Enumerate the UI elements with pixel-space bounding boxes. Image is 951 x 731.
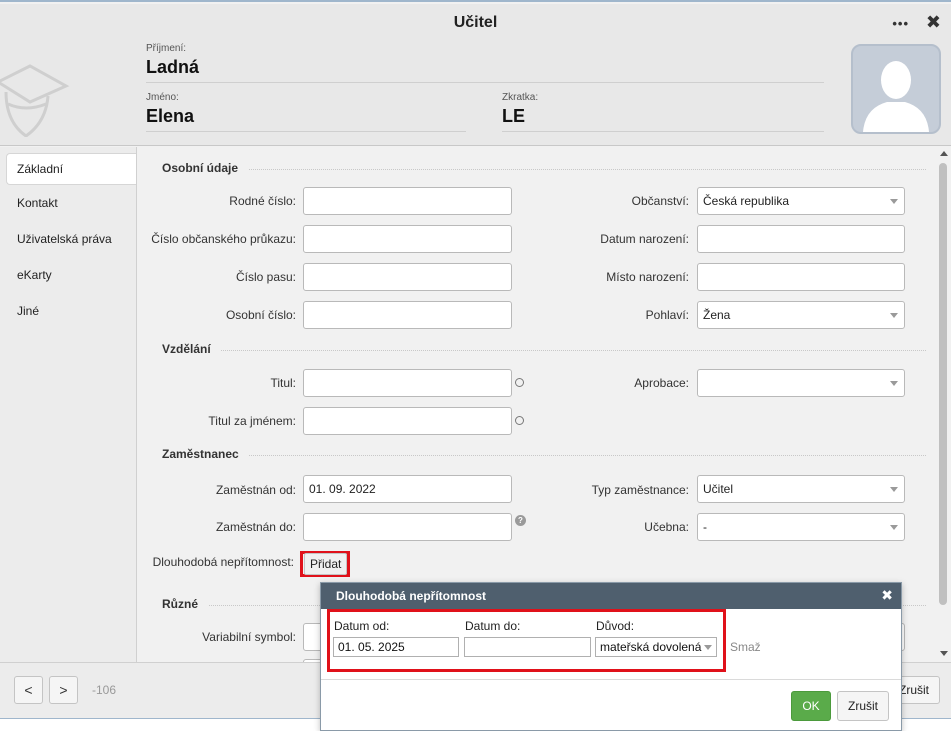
absence-to-label: Datum do: [465, 619, 521, 633]
birth-date-input[interactable] [697, 225, 905, 253]
ok-button[interactable]: OK [791, 691, 831, 721]
record-counter: -106 [92, 683, 117, 697]
gender-select[interactable]: Žena [697, 301, 905, 329]
absence-reason-select[interactable]: mateřská dovolená [595, 637, 717, 657]
room-select[interactable]: - [697, 513, 905, 541]
dialog-divider [321, 679, 901, 680]
passport-input[interactable] [303, 263, 512, 291]
employee-type-value: Učitel [703, 482, 734, 496]
surname-field: Příjmení: Ladná [146, 43, 824, 83]
section-misc-heading: Různé [152, 597, 208, 611]
absence-dialog: Dlouhodobá nepřítomnost ✖ Datum od: 01. … [320, 582, 902, 731]
sidebar: Základní Kontakt Uživatelská práva eKart… [0, 147, 137, 662]
delete-link[interactable]: Smaž [730, 640, 761, 654]
employee-type-label: Typ zaměstnance: [591, 483, 689, 497]
absence-from-label: Datum od: [334, 619, 390, 633]
employee-type-select[interactable]: Učitel [697, 475, 905, 503]
vertical-scrollbar[interactable] [936, 147, 951, 662]
avatar[interactable] [851, 44, 941, 134]
dialog-header: Dlouhodobá nepřítomnost ✖ [321, 583, 901, 609]
employed-from-input[interactable]: 01. 09. 2022 [303, 475, 512, 503]
firstname-value[interactable]: Elena [146, 106, 466, 132]
sidebar-item-zakladni[interactable]: Základní [6, 153, 136, 185]
cancel-button[interactable]: Zrušit [837, 691, 889, 721]
section-employee: Zaměstnanec [152, 447, 926, 463]
personal-number-input[interactable] [303, 301, 512, 329]
absence-reason-label: Důvod: [596, 619, 635, 633]
gender-label: Pohlaví: [645, 308, 689, 322]
prev-button[interactable]: < [14, 676, 43, 704]
next-button[interactable]: > [49, 676, 78, 704]
employed-to-input[interactable] [303, 513, 512, 541]
section-employee-heading: Zaměstnanec [152, 447, 249, 461]
sidebar-item-jine[interactable]: Jiné [0, 293, 136, 329]
birth-number-label: Rodné číslo: [229, 194, 296, 208]
refresh-icon[interactable] [515, 416, 524, 425]
chevron-down-icon [890, 199, 898, 204]
close-icon[interactable]: ✖ [881, 587, 893, 604]
dialog-title: Dlouhodobá nepřítomnost [336, 589, 486, 603]
citizenship-label: Občanství: [631, 194, 689, 208]
employed-from-label: Zaměstnán od: [215, 483, 296, 497]
teacher-header: Příjmení: Ladná Jméno: Elena Zkratka: LE [0, 40, 951, 146]
abbr-label: Zkratka: [502, 92, 539, 103]
surname-value[interactable]: Ladná [146, 57, 824, 83]
chevron-down-icon [704, 645, 712, 650]
citizenship-select[interactable]: Česká republika [697, 187, 905, 215]
absence-to-input[interactable] [464, 637, 591, 657]
add-absence-button[interactable]: Přidat [304, 553, 348, 575]
approbation-label: Aprobace: [634, 376, 689, 390]
title-after-label: Titul za jménem: [208, 414, 296, 428]
id-card-label: Číslo občanského průkazu: [151, 232, 296, 246]
variable-symbol-label: Variabilní symbol: [202, 630, 296, 644]
chevron-down-icon [890, 525, 898, 530]
personal-number-label: Osobní číslo: [225, 308, 296, 322]
firstname-label: Jméno: [146, 92, 179, 103]
teacher-hat-icon [0, 64, 70, 137]
room-value: - [703, 520, 707, 534]
scroll-down-icon[interactable] [940, 651, 948, 656]
section-personal: Osobní údaje [152, 161, 926, 177]
surname-label: Příjmení: [146, 43, 187, 54]
id-card-input[interactable] [303, 225, 512, 253]
help-icon[interactable]: ? [515, 515, 526, 526]
birth-number-input[interactable] [303, 187, 512, 215]
sidebar-item-kontakt[interactable]: Kontakt [0, 185, 136, 221]
scroll-up-icon[interactable] [940, 151, 948, 156]
firstname-field: Jméno: Elena [146, 92, 466, 132]
citizenship-value: Česká republika [703, 194, 790, 208]
person-silhouette-icon [863, 61, 929, 132]
approbation-select[interactable] [697, 369, 905, 397]
chevron-down-icon [890, 313, 898, 318]
absence-from-input[interactable]: 01. 05. 2025 [333, 637, 459, 657]
absence-label: Dlouhodobá nepřítomnost: [152, 555, 294, 569]
absence-reason-value: mateřská dovolená [600, 640, 702, 654]
refresh-icon[interactable] [515, 378, 524, 387]
abbr-field: Zkratka: LE [502, 92, 824, 132]
close-icon[interactable]: ✖ [926, 13, 941, 31]
teacher-window: Učitel ••• ✖ Příjmení: Ladná Jméno: Elen… [0, 0, 951, 731]
employed-to-label: Zaměstnán do: [215, 520, 296, 534]
room-label: Učebna: [644, 520, 689, 534]
title-bar: Učitel ••• ✖ [0, 4, 951, 40]
title-input[interactable] [303, 369, 512, 397]
section-personal-heading: Osobní údaje [152, 161, 249, 175]
sidebar-item-ekarty[interactable]: eKarty [0, 257, 136, 293]
window-title: Učitel [453, 14, 498, 31]
section-education-heading: Vzdělání [152, 342, 221, 356]
scroll-thumb[interactable] [939, 163, 947, 605]
title-after-input[interactable] [303, 407, 512, 435]
section-education: Vzdělání [152, 342, 926, 358]
birth-date-label: Datum narození: [600, 232, 689, 246]
chevron-down-icon [890, 487, 898, 492]
title-label: Titul: [270, 376, 296, 390]
passport-label: Číslo pasu: [235, 270, 296, 284]
birth-place-input[interactable] [697, 263, 905, 291]
birth-place-label: Místo narození: [606, 270, 689, 284]
more-menu-icon[interactable]: ••• [892, 16, 909, 31]
gender-value: Žena [703, 308, 731, 322]
chevron-down-icon [890, 381, 898, 386]
abbr-value[interactable]: LE [502, 106, 824, 132]
sidebar-item-uzivatelska-prava[interactable]: Uživatelská práva [0, 221, 136, 257]
